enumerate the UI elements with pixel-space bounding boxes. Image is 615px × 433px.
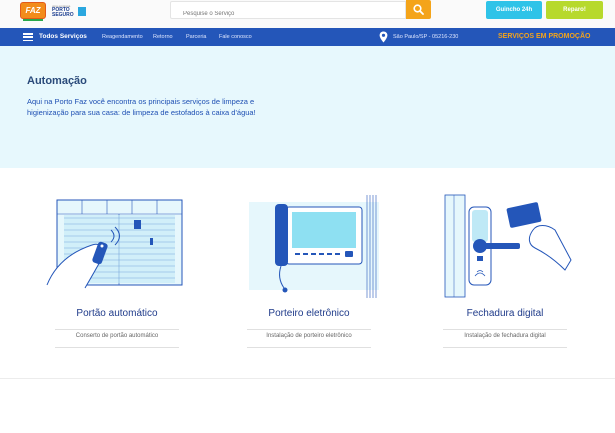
nav-link-reagendamento[interactable]: Reagendamento: [102, 28, 143, 46]
logo-text: FAZ: [25, 6, 41, 15]
nav-link-fale-conosco[interactable]: Fale conosco: [219, 28, 252, 46]
card-subtitle[interactable]: Instalação de fechadura digital: [425, 333, 585, 339]
service-card-porteiro[interactable]: Porteiro eletrônico Instalação de portei…: [229, 190, 389, 350]
card-divider: [247, 329, 371, 330]
nav-link-parceria[interactable]: Parceria: [186, 28, 206, 46]
location-pin-icon: [379, 31, 388, 43]
card-title: Fechadura digital: [466, 308, 544, 319]
menu-icon[interactable]: [23, 33, 33, 42]
porto-faz-logo[interactable]: FAZ: [20, 2, 46, 21]
card-divider: [55, 329, 179, 330]
card-divider: [443, 329, 567, 330]
page-description: Aqui na Porto Faz você encontra os princ…: [27, 97, 256, 117]
card-subtitle[interactable]: Conserto de portão automático: [37, 333, 197, 339]
service-card-portao[interactable]: Portão automático Conserto de portão aut…: [37, 190, 197, 350]
card-title: Portão automático: [76, 308, 158, 319]
nav-bar: Todos Serviços Reagendamento Retorno Par…: [0, 28, 615, 46]
page-title: Automação: [27, 75, 87, 87]
reparo-button[interactable]: Reparo!: [546, 1, 603, 19]
search-icon: [413, 4, 424, 15]
intercom-icon: [249, 195, 379, 298]
digital-lock-icon: [444, 194, 572, 298]
hero-section: Automação Aqui na Porto Faz você encontr…: [0, 46, 615, 168]
nav-link-retorno[interactable]: Retorno: [153, 28, 173, 46]
porto-mark-icon: [78, 7, 86, 16]
promo-services-link[interactable]: SERVIÇOS EM PROMOÇÃO: [498, 28, 590, 46]
search-input[interactable]: [171, 6, 405, 22]
section-divider: [0, 378, 615, 379]
card-subtitle[interactable]: Instalação de porteiro eletrônico: [229, 333, 389, 339]
card-divider: [247, 347, 371, 348]
gate-remote-icon: [46, 199, 183, 289]
search-button[interactable]: [406, 0, 431, 19]
card-divider: [55, 347, 179, 348]
search-box: [170, 1, 406, 22]
top-bar: FAZ uma empresa PORTO SEGURO Guincho 24h…: [0, 0, 615, 28]
service-card-fechadura[interactable]: Fechadura digital Instalação de fechadur…: [425, 190, 585, 350]
guincho-button[interactable]: Guincho 24h: [486, 1, 542, 19]
location-text[interactable]: São Paulo/SP - 05216-230: [393, 28, 458, 46]
card-divider: [443, 347, 567, 348]
card-title: Porteiro eletrônico: [268, 308, 350, 319]
porto-seguro-logo: uma empresa PORTO SEGURO: [52, 4, 86, 20]
all-services-link[interactable]: Todos Serviços: [39, 28, 87, 46]
